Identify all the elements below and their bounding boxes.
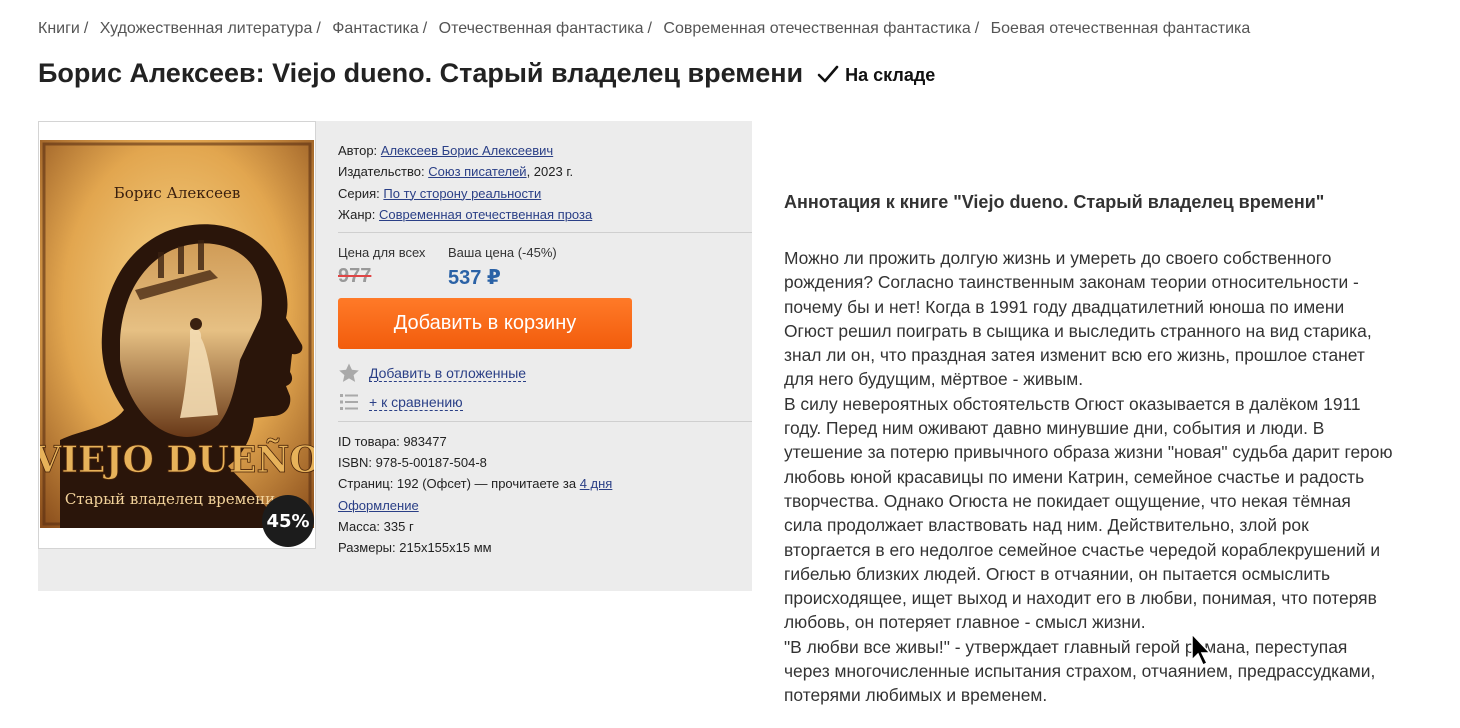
- publisher-link[interactable]: Союз писателей: [428, 164, 526, 179]
- breadcrumb-separator: /: [83, 20, 89, 37]
- add-to-cart-button[interactable]: Добавить в корзину: [338, 298, 632, 349]
- stock-status: На складе: [845, 65, 936, 85]
- old-price: 977: [338, 265, 372, 287]
- annotation-title: Аннотация к книге "Viejo dueno. Старый в…: [784, 192, 1325, 212]
- new-price: 537 ₽: [448, 267, 501, 289]
- breadcrumb: Книги / Художественная литература / Фантас…: [38, 20, 1250, 38]
- detail-id: ID товара: 983477: [338, 434, 447, 449]
- breadcrumb-item-domestic-fantasy[interactable]: Отечественная фантастика: [439, 20, 644, 37]
- series-link[interactable]: По ту сторону реальности: [383, 186, 541, 201]
- meta-genre-label: Жанр:: [338, 206, 376, 222]
- star-icon: [339, 363, 359, 382]
- breadcrumb-item-fantasy[interactable]: Фантастика: [332, 20, 418, 37]
- meta-author-row: Автор: Алексеев Борис Алексеевич: [338, 140, 752, 161]
- meta-series-label: Серия:: [338, 185, 380, 201]
- breadcrumb-item-books[interactable]: Книги: [38, 20, 80, 37]
- divider: [338, 421, 752, 422]
- cover-title: VIEJO DUEÑO: [40, 439, 314, 481]
- detail-pages: Страниц: 192 (Офсет) — прочитаете за 4 д…: [338, 473, 612, 494]
- meta-genre-row: Жанр: Современная отечественная проза: [338, 204, 752, 225]
- compare-action[interactable]: + к сравнению: [338, 391, 463, 413]
- product-meta: Автор: Алексеев Борис Алексеевич Издател…: [338, 121, 752, 225]
- breadcrumb-separator: /: [316, 20, 321, 37]
- detail-pages-text: Страниц: 192 (Офсет) — прочитаете за: [338, 476, 580, 492]
- meta-series-row: Серия: По ту сторону реальности: [338, 183, 752, 204]
- detail-size: Размеры: 215x155x15 мм: [338, 540, 492, 556]
- cover-subtitle: Старый владелец времени: [65, 490, 275, 508]
- book-cover-frame[interactable]: Борис Алексеев VIEJO DUEÑO Старый владел…: [38, 121, 316, 549]
- your-price-label: Ваша цена (-45%): [448, 245, 557, 260]
- regular-price-column: Цена для всех 977: [338, 245, 426, 287]
- regular-price-label: Цена для всех: [338, 245, 426, 260]
- design-link[interactable]: Оформление: [338, 498, 419, 513]
- detail-weight: Масса: 335 г: [338, 518, 414, 534]
- breadcrumb-separator: /: [647, 20, 652, 37]
- meta-publisher-row: Издательство: Союз писателей, 2023 г.: [338, 161, 752, 182]
- breadcrumb-separator: /: [974, 20, 980, 37]
- product-details: ID товара: 983477 ISBN: 978-5-00187-504-…: [338, 431, 612, 558]
- genre-link[interactable]: Современная отечественная проза: [379, 207, 592, 222]
- breadcrumb-separator: /: [422, 20, 428, 37]
- mouse-cursor-icon: [1191, 632, 1212, 667]
- meta-publisher-label: Издательство:: [338, 164, 425, 180]
- breadcrumb-item-fiction[interactable]: Художественная литература: [100, 20, 313, 37]
- product-card: Борис Алексеев VIEJO DUEÑO Старый владел…: [38, 121, 752, 591]
- product-info: Автор: Алексеев Борис Алексеевич Издател…: [338, 121, 752, 555]
- breadcrumb-item-combat-fantasy[interactable]: Боевая отечественная фантастика: [991, 20, 1251, 37]
- book-cover: Борис Алексеев VIEJO DUEÑO Старый владел…: [40, 140, 314, 528]
- detail-isbn: ISBN: 978-5-00187-504-8: [338, 455, 487, 471]
- annotation-section: Аннотация к книге "Viejo dueno. Старый в…: [784, 192, 1444, 708]
- breadcrumb-item-modern-domestic-fantasy[interactable]: Современная отечественная фантастика: [663, 20, 970, 37]
- meta-year: , 2023 г.: [526, 164, 574, 180]
- check-icon: [817, 65, 839, 82]
- your-price-column: Ваша цена (-45%) 537 ₽: [448, 245, 557, 289]
- cover-author: Борис Алексеев: [114, 184, 241, 202]
- add-to-compare-link[interactable]: + к сравнению: [369, 394, 463, 411]
- title-row: Борис Алексеев: Viejo dueno. Старый влад…: [38, 58, 935, 89]
- annotation-text: Можно ли прожить долгую жизнь и умереть …: [784, 248, 1393, 706]
- add-to-wishlist-link[interactable]: Добавить в отложенные: [369, 365, 527, 382]
- meta-author-label: Автор:: [338, 143, 378, 158]
- discount-badge: 45%: [262, 495, 314, 547]
- divider: [338, 232, 752, 233]
- list-icon: [340, 394, 358, 410]
- author-link[interactable]: Алексеев Борис Алексеевич: [381, 143, 553, 158]
- page-title: Борис Алексеев: Viejo dueno. Старый влад…: [38, 58, 804, 88]
- book-cover-art: Борис Алексеев VIEJO DUEÑO Старый владел…: [40, 140, 314, 528]
- wishlist-action[interactable]: Добавить в отложенные: [338, 362, 527, 384]
- detail-design: Оформление: [338, 495, 612, 516]
- read-time-link[interactable]: 4 дня: [580, 476, 613, 491]
